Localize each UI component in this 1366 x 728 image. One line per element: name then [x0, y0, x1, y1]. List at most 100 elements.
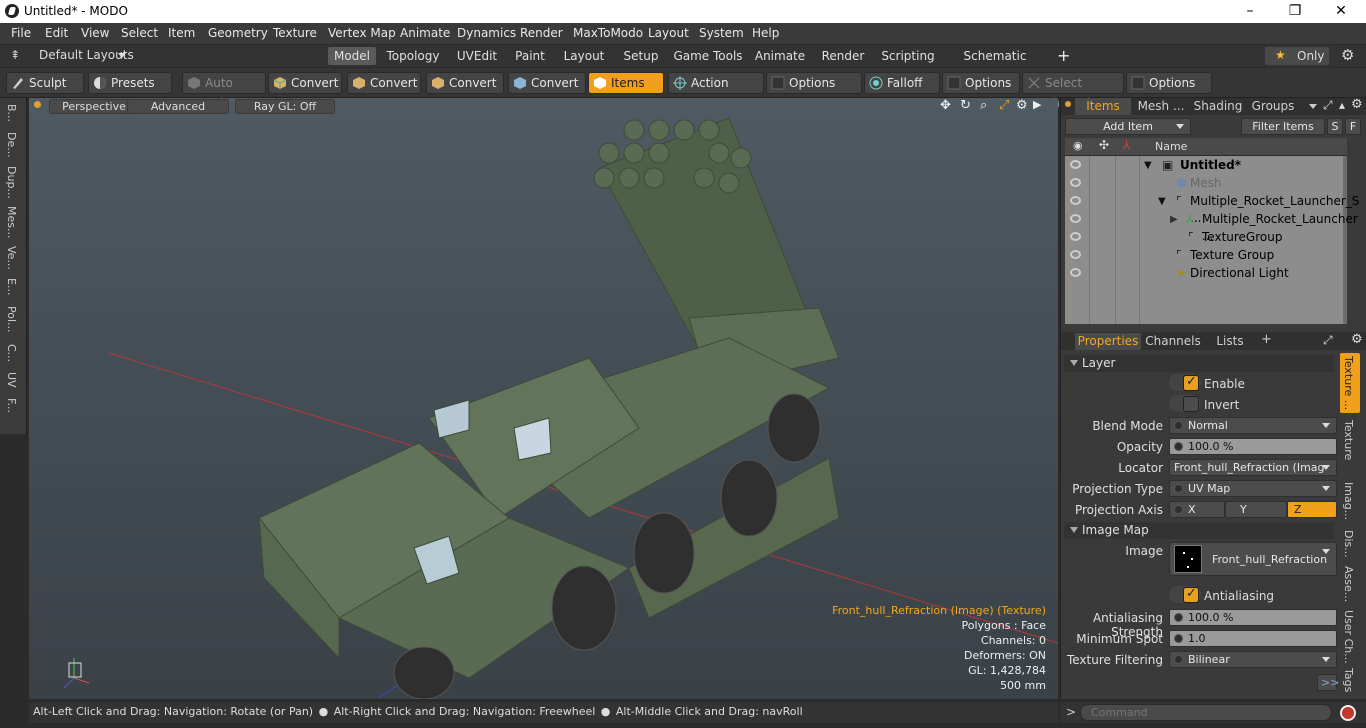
- convert-button-3[interactable]: Convert: [426, 72, 504, 94]
- panel-gear-icon[interactable]: ⚙: [1351, 97, 1363, 112]
- minimize-button[interactable]: –: [1227, 0, 1273, 23]
- add-tab-icon[interactable]: +: [1057, 46, 1070, 65]
- tab-lists[interactable]: Lists: [1205, 333, 1255, 350]
- add-tab-icon[interactable]: +: [1261, 332, 1272, 347]
- blend-mode-select[interactable]: Normal: [1169, 417, 1337, 434]
- expand-panel-icon[interactable]: ⤢: [1323, 333, 1333, 348]
- tab-paint[interactable]: Paint: [508, 47, 552, 65]
- menu-layout[interactable]: Layout: [648, 26, 689, 40]
- expand-icon[interactable]: ▼: [1144, 157, 1152, 174]
- visibility-eye-icon[interactable]: [1070, 268, 1081, 277]
- tree-row[interactable]: ⌜ TextureGroup: [1064, 229, 1346, 247]
- only-toggle[interactable]: ★ Only: [1265, 47, 1329, 65]
- visibility-eye-icon[interactable]: [1070, 214, 1081, 223]
- menu-system[interactable]: System: [699, 26, 744, 40]
- tab-properties[interactable]: Properties: [1075, 333, 1141, 350]
- layer-section[interactable]: Layer: [1064, 355, 1334, 372]
- vtab-texture[interactable]: Texture: [1342, 420, 1355, 460]
- tree-row[interactable]: ☀ Directional Light: [1064, 265, 1346, 283]
- axis-x-button[interactable]: X: [1169, 501, 1225, 518]
- left-tab-polygon[interactable]: Pol...: [5, 306, 18, 333]
- menu-maxtomodo[interactable]: MaxToModo: [573, 26, 643, 40]
- close-button[interactable]: ✕: [1318, 0, 1364, 23]
- gear-icon[interactable]: ⚙: [1341, 46, 1354, 64]
- menu-texture[interactable]: Texture: [273, 26, 317, 40]
- collapse-icon[interactable]: ▶: [1170, 211, 1178, 228]
- more-button[interactable]: >>: [1317, 674, 1339, 691]
- tree-row[interactable]: ▼ ▣ Untitled*: [1064, 157, 1346, 175]
- projection-type-select[interactable]: UV Map: [1169, 480, 1337, 497]
- vtab-texture-layer[interactable]: Texture ...: [1342, 356, 1355, 410]
- locator-select[interactable]: Front_hull_Refraction (Imag ...: [1169, 459, 1337, 489]
- auto-select-button[interactable]: Auto Select: [182, 72, 266, 110]
- menu-view[interactable]: View: [81, 26, 109, 40]
- invert-checkbox[interactable]: [1183, 396, 1199, 412]
- panel-gear-icon[interactable]: ⚙: [1351, 332, 1363, 347]
- f-button[interactable]: F: [1345, 118, 1361, 135]
- menu-geometry[interactable]: Geometry: [208, 26, 268, 40]
- tab-schematic-fusion[interactable]: Schematic Fusion: [946, 47, 1044, 81]
- tab-render[interactable]: Render: [816, 47, 870, 65]
- visibility-eye-icon[interactable]: [1070, 196, 1081, 205]
- presets-button[interactable]: Presets F6: [88, 72, 172, 110]
- panel-up-icon[interactable]: ▴: [1339, 98, 1345, 112]
- menu-file[interactable]: File: [11, 26, 31, 40]
- tabs-dropdown-icon[interactable]: [1309, 104, 1317, 109]
- tab-items[interactable]: Items: [1075, 98, 1131, 115]
- visibility-eye-icon[interactable]: [1070, 250, 1081, 259]
- left-tab-vertex[interactable]: Ve...: [5, 246, 18, 270]
- aa-strength-slider[interactable]: 100.0 %: [1169, 609, 1337, 626]
- vtab-display[interactable]: Dis...: [1342, 530, 1355, 558]
- vtab-tags[interactable]: Tags: [1342, 668, 1355, 692]
- texture-filtering-select[interactable]: Bilinear: [1169, 651, 1337, 668]
- enable-checkbox[interactable]: [1183, 374, 1199, 391]
- restore-button[interactable]: ❐: [1272, 0, 1318, 23]
- menu-render[interactable]: Render: [520, 26, 563, 40]
- left-tab-duplicate[interactable]: Dup...: [5, 166, 18, 199]
- convert-button-2[interactable]: Convert: [347, 72, 421, 94]
- vtab-user-channels[interactable]: User Ch...: [1342, 610, 1355, 664]
- expand-icon[interactable]: ▼: [1158, 193, 1166, 210]
- name-column-header[interactable]: Name: [1155, 140, 1187, 153]
- left-tab-mesh-edit[interactable]: Mes...: [5, 206, 18, 238]
- tab-model[interactable]: Model: [328, 47, 376, 65]
- tab-mesh[interactable]: Mesh ...: [1135, 98, 1187, 115]
- vtab-image[interactable]: Imag...: [1342, 482, 1355, 520]
- visibility-eye-icon[interactable]: [1070, 232, 1081, 241]
- tab-shading[interactable]: Shading: [1191, 98, 1245, 115]
- select-through-button[interactable]: Select Through: [1022, 72, 1124, 110]
- convert-button-1[interactable]: Convert: [268, 72, 342, 94]
- menu-edit[interactable]: Edit: [45, 26, 68, 40]
- sculpt-button[interactable]: Sculpt: [6, 72, 84, 94]
- menu-item[interactable]: Item: [168, 26, 195, 40]
- left-tab-edge[interactable]: E...: [5, 278, 18, 295]
- options-button-3[interactable]: Options: [1126, 72, 1212, 94]
- vtab-assembly[interactable]: Asse...: [1342, 566, 1355, 602]
- left-tab-fusion[interactable]: F...: [5, 398, 18, 413]
- action-center-button[interactable]: Action Center: [668, 72, 764, 110]
- tab-game-tools[interactable]: Game Tools: [672, 47, 744, 65]
- tab-scripting[interactable]: Scripting: [876, 47, 940, 65]
- items-mode-button[interactable]: Items: [588, 72, 664, 94]
- tree-row[interactable]: ▶ ⅄ Multiple_Rocket_Launcher ...: [1064, 211, 1358, 243]
- menu-select[interactable]: Select: [121, 26, 158, 40]
- panel-dot-icon[interactable]: [1065, 101, 1071, 107]
- tab-animate[interactable]: Animate: [750, 47, 810, 65]
- filter-items-button[interactable]: Filter Items: [1241, 118, 1325, 135]
- tab-layout[interactable]: Layout: [558, 47, 610, 65]
- axis-y-button[interactable]: Y: [1225, 501, 1287, 518]
- opacity-slider[interactable]: 100.0 %: [1169, 438, 1337, 455]
- options-button-1[interactable]: Options: [766, 72, 862, 94]
- visibility-eye-icon[interactable]: [1070, 178, 1081, 187]
- add-item-dropdown[interactable]: Add Item: [1065, 118, 1191, 135]
- tree-row[interactable]: ▼ ⌜ Multiple_Rocket_Launcher_S ...: [1064, 193, 1359, 225]
- image-select[interactable]: Front_hull_Refraction: [1169, 542, 1337, 576]
- antialiasing-checkbox[interactable]: [1183, 586, 1199, 603]
- command-input[interactable]: [1080, 704, 1332, 721]
- convert-button-4[interactable]: Convert: [508, 72, 586, 94]
- left-tab-uv[interactable]: UV: [5, 372, 18, 388]
- s-button[interactable]: S: [1327, 118, 1343, 135]
- left-tab-deform[interactable]: De...: [5, 132, 18, 158]
- visibility-eye-icon[interactable]: [1070, 160, 1081, 169]
- left-tab-curve[interactable]: C...: [5, 344, 18, 362]
